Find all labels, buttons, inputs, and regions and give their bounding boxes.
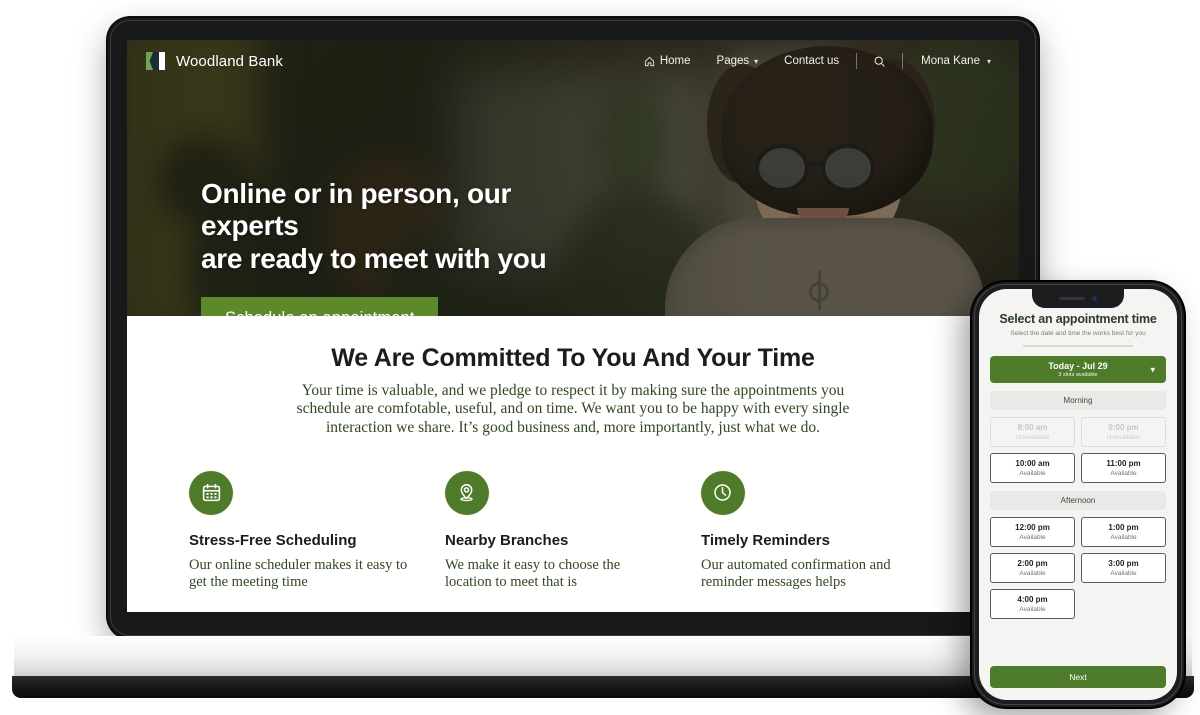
laptop-lid: Woodland Bank Home Pages ▾ Contact us Mo… — [108, 18, 1038, 638]
site-navbar: Woodland Bank Home Pages ▾ Contact us Mo… — [127, 40, 1019, 82]
section-heading-morning: Morning — [990, 391, 1166, 410]
laptop-screen: Woodland Bank Home Pages ▾ Contact us Mo… — [127, 40, 1019, 612]
time-slot-time: 12:00 pm — [1015, 523, 1050, 532]
nav-divider — [856, 53, 858, 69]
feature-text: Our automated confirmation and reminder … — [700, 556, 891, 591]
section-heading-afternoon: Afternoon — [990, 491, 1166, 510]
feature-list: Stress-Free Scheduling Our online schedu… — [127, 470, 1019, 592]
nav-item-pages[interactable]: Pages ▾ — [704, 55, 772, 67]
phone-notch — [1032, 289, 1124, 308]
user-menu[interactable]: Mona Kane ▾ — [907, 55, 997, 67]
time-slot[interactable]: 3:00 pm Available — [1081, 553, 1166, 583]
calendar-icon — [202, 484, 220, 502]
search-icon — [874, 56, 885, 67]
nav-item-pages-label: Pages — [716, 55, 750, 67]
time-slot[interactable]: 10:00 am Available — [990, 453, 1075, 483]
hero-content: Online or in person, our experts are rea… — [201, 178, 601, 316]
time-slot-state: Available — [1110, 470, 1137, 477]
date-selector-slots-note: 3 slots available — [1058, 372, 1098, 378]
feature-title: Nearby Branches — [444, 531, 569, 549]
hero-section: Woodland Bank Home Pages ▾ Contact us Mo… — [127, 40, 1019, 316]
time-slot-state: Available — [1019, 570, 1046, 577]
time-slot-state: Available — [1110, 570, 1137, 577]
nav-item-contact[interactable]: Contact us — [771, 55, 852, 67]
brand-name: Woodland Bank — [176, 52, 283, 70]
committed-section: We Are Committed To You And Your Time Yo… — [127, 316, 1019, 612]
time-slot-state: Available — [1019, 470, 1046, 477]
time-slot-time: 9:00 pm — [1108, 423, 1139, 432]
feature-icon-circle — [700, 470, 745, 515]
clock-icon — [714, 484, 732, 502]
time-slot-state: Available — [1019, 606, 1046, 613]
phone-footer: Next — [990, 666, 1166, 688]
search-button[interactable] — [861, 55, 898, 68]
time-slot-state: Available — [1110, 534, 1137, 541]
time-slot[interactable]: 4:00 pm Available — [990, 589, 1075, 619]
mockup-stage: Woodland Bank Home Pages ▾ Contact us Mo… — [0, 0, 1200, 715]
time-slot-time: 8:00 am — [1017, 423, 1048, 432]
feature-card: Nearby Branches We make it easy to choos… — [444, 470, 701, 592]
phone-divider — [1023, 345, 1133, 347]
time-slot-time: 4:00 pm — [1017, 595, 1048, 604]
next-button[interactable]: Next — [990, 666, 1166, 688]
woodland-flag-logo-icon — [146, 52, 165, 70]
chevron-down-icon: ▾ — [754, 56, 759, 66]
nav-item-home[interactable]: Home — [631, 55, 704, 67]
phone-screen: Select an appointment time Select the da… — [979, 289, 1177, 700]
nav-item-contact-label: Contact us — [784, 55, 840, 67]
time-slot-state: Available — [1019, 534, 1046, 541]
chevron-down-icon: ▾ — [986, 56, 991, 66]
chevron-down-icon: ▾ — [1150, 364, 1155, 374]
feature-card: Timely Reminders Our automated confirmat… — [700, 470, 957, 592]
slot-grid-morning: 8:00 am Unavailable 9:00 pm Unavailable … — [990, 417, 1166, 483]
time-slot-time: 11:00 pm — [1106, 459, 1141, 468]
phone-title: Select an appointment time — [999, 312, 1157, 326]
phone-speaker — [1059, 297, 1085, 300]
time-slot-state: Unavailable — [1106, 434, 1141, 441]
time-slot: 8:00 am Unavailable — [990, 417, 1075, 447]
schedule-appointment-button[interactable]: Schedule an appointment — [201, 297, 439, 316]
home-icon — [644, 56, 654, 66]
brand-logo[interactable]: Woodland Bank — [145, 50, 283, 72]
section-title: We Are Committed To You And Your Time — [331, 344, 815, 372]
nav-divider-2 — [902, 53, 904, 69]
time-slot-time: 2:00 pm — [1017, 559, 1048, 568]
feature-card: Stress-Free Scheduling Our online schedu… — [189, 470, 445, 592]
time-slot-time: 3:00 pm — [1108, 559, 1139, 568]
date-selector-label: Today - Jul 29 — [1048, 361, 1108, 371]
phone-camera — [1092, 296, 1097, 301]
map-pin-icon — [460, 484, 474, 502]
slot-grid-afternoon: 12:00 pm Available 1:00 pm Available 2:0… — [990, 517, 1166, 619]
nav-item-home-label: Home — [659, 55, 691, 67]
nav-links: Home Pages ▾ Contact us Mona Kane ▾ — [631, 53, 997, 69]
section-paragraph: Your time is valuable, and we pledge to … — [296, 382, 850, 436]
feature-text: We make it easy to choose the location t… — [444, 556, 621, 591]
hero-title-line2: are ready to meet with you — [201, 242, 547, 274]
user-name-label: Mona Kane — [921, 55, 980, 67]
time-slot[interactable]: 11:00 pm Available — [1081, 453, 1166, 483]
date-selector[interactable]: Today - Jul 29 3 slots available ▾ — [990, 356, 1166, 383]
feature-icon-circle — [189, 470, 233, 515]
time-slot[interactable]: 2:00 pm Available — [990, 553, 1075, 583]
time-slot: 9:00 pm Unavailable — [1081, 417, 1166, 447]
feature-title: Timely Reminders — [700, 531, 830, 549]
phone-device: Select an appointment time Select the da… — [972, 282, 1184, 707]
hero-title-line1: Online or in person, our experts — [201, 178, 512, 242]
feature-text: Our online scheduler makes it easy to ge… — [189, 556, 408, 591]
laptop-device: Woodland Bank Home Pages ▾ Contact us Mo… — [108, 18, 1038, 638]
feature-title: Stress-Free Scheduling — [189, 531, 357, 549]
time-slot[interactable]: 1:00 pm Available — [1081, 517, 1166, 547]
phone-frame: Select an appointment time Select the da… — [972, 282, 1184, 707]
time-slot-time: 10:00 am — [1015, 459, 1050, 468]
phone-subtitle: Select the date and time the works best … — [1010, 330, 1146, 337]
time-slot-state: Unavailable — [1015, 434, 1050, 441]
time-slot-time: 1:00 pm — [1108, 523, 1139, 532]
feature-icon-circle — [444, 470, 489, 515]
hero-title: Online or in person, our experts are rea… — [201, 178, 601, 275]
time-slot[interactable]: 12:00 pm Available — [990, 517, 1075, 547]
